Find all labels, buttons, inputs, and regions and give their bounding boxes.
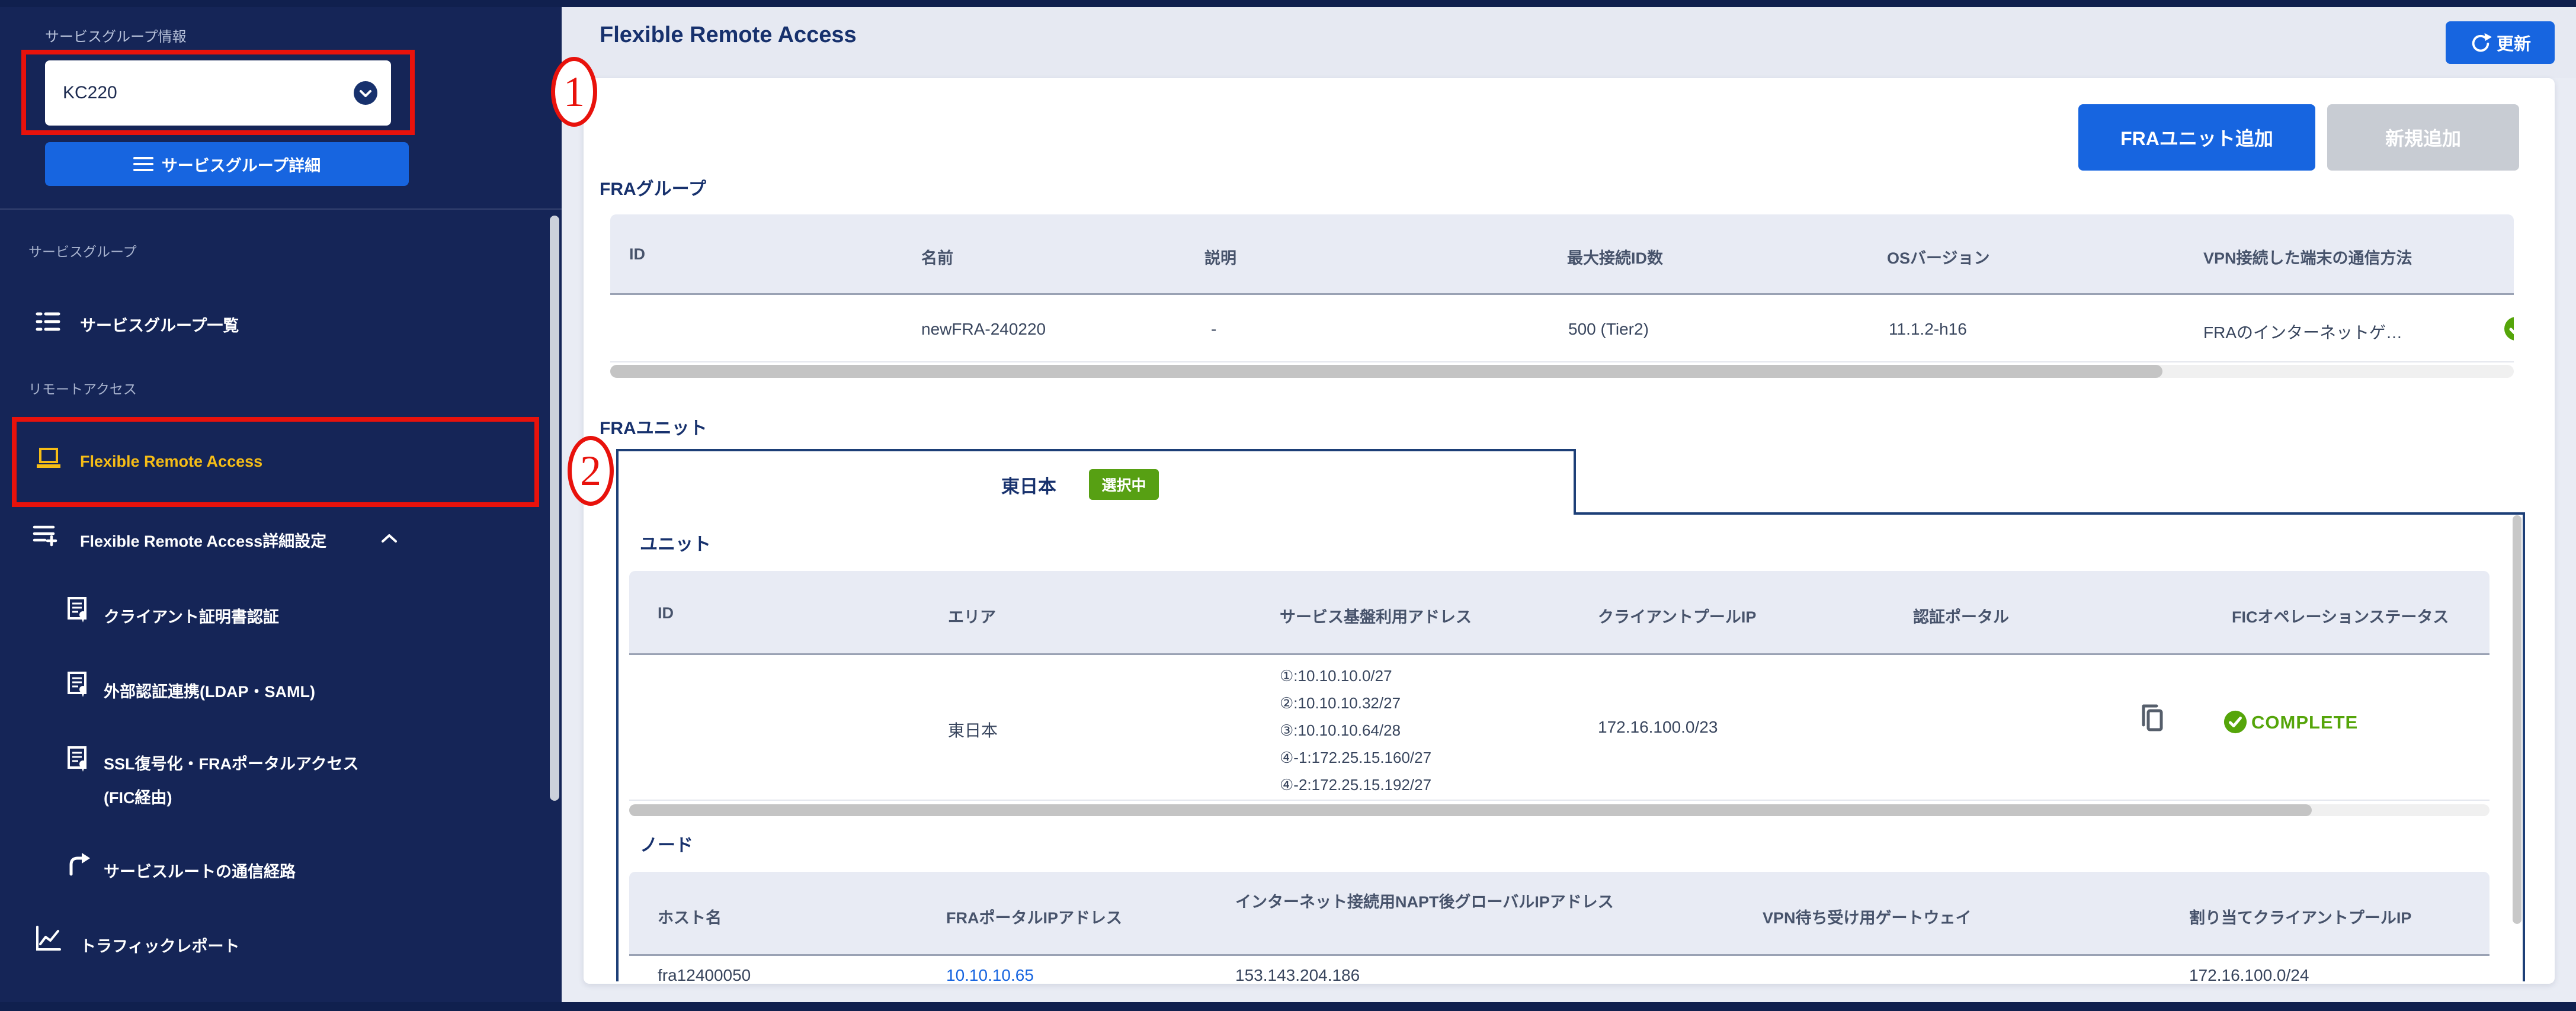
unit-table-row bbox=[629, 657, 2490, 801]
unit-col-auth-portal: 認証ポータル bbox=[1913, 604, 2009, 627]
annotation-box-fra-menu bbox=[12, 417, 539, 507]
page-header-band bbox=[562, 7, 2576, 78]
fra-group-hscrollbar[interactable] bbox=[610, 365, 2514, 378]
annotation-step-2: 2 bbox=[568, 436, 614, 506]
unit-address-line: ④-2:172.25.15.192/27 bbox=[1280, 771, 1431, 798]
fra-group-col-max-id: 最大接続ID数 bbox=[1567, 245, 1663, 268]
sidebar-scrollbar[interactable] bbox=[550, 216, 559, 801]
tab-pane-border-right bbox=[2523, 512, 2525, 981]
sidebar-section-service-group: サービスグループ bbox=[28, 240, 137, 261]
node-client-pool-cell: 172.16.100.0/24 bbox=[2189, 966, 2309, 984]
sidebar-divider bbox=[0, 208, 562, 210]
node-section-title: ノード bbox=[640, 830, 693, 856]
unit-address-line: ④-1:172.25.15.160/27 bbox=[1280, 744, 1431, 771]
sidebar-item-service-route[interactable]: サービスルートの通信経路 bbox=[104, 859, 296, 882]
unit-col-id: ID bbox=[658, 604, 674, 622]
check-circle-icon bbox=[2223, 710, 2248, 734]
fra-group-status-icon-clipped bbox=[2503, 316, 2514, 344]
tab-east-japan[interactable]: 東日本 bbox=[1001, 471, 1056, 498]
fra-group-col-name: 名前 bbox=[921, 245, 953, 268]
fra-group-section-title: FRAグループ bbox=[600, 174, 706, 200]
tab-pane-vscrollbar[interactable] bbox=[2513, 515, 2521, 924]
selected-badge: 選択中 bbox=[1089, 469, 1159, 500]
certificate-icon bbox=[64, 745, 92, 774]
fra-group-name-cell: newFRA-240220 bbox=[921, 320, 1046, 339]
fra-group-hscrollbar-thumb[interactable] bbox=[610, 365, 2162, 378]
fra-group-max-id-cell: 500 (Tier2) bbox=[1568, 320, 1649, 339]
ssl-item-line2: (FIC経由) bbox=[104, 789, 172, 807]
unit-area-cell: 東日本 bbox=[948, 718, 998, 742]
sidebar-item-service-group-list[interactable]: サービスグループ一覧 bbox=[80, 313, 239, 336]
node-table-row-clipped: fra12400050 10.10.10.65 153.143.204.186 … bbox=[629, 958, 2490, 984]
fra-group-col-vpn-method: VPN接続した端末の通信方法 bbox=[2203, 245, 2412, 268]
annotation-step-1: 1 bbox=[551, 57, 597, 127]
node-col-assigned-pool: 割り当てクライアントプールIP bbox=[2189, 905, 2411, 928]
top-navy-bar bbox=[0, 0, 2576, 7]
fra-group-col-desc: 説明 bbox=[1204, 245, 1236, 268]
route-arrow-icon bbox=[65, 850, 94, 879]
fra-group-col-id: ID bbox=[629, 245, 645, 264]
node-col-vpn-gateway: VPN待ち受け用ゲートウェイ bbox=[1763, 905, 1972, 928]
sidebar-item-fra-detail-settings[interactable]: Flexible Remote Access詳細設定 bbox=[80, 528, 326, 551]
fra-group-vpn-method-cell: FRAのインターネットゲ… bbox=[2203, 320, 2402, 344]
certificate-icon bbox=[64, 596, 92, 624]
node-col-portal-ip: FRAポータルIPアドレス bbox=[946, 905, 1122, 928]
sidebar-section-remote-access: リモートアクセス bbox=[28, 378, 137, 398]
unit-col-client-pool-ip: クライアントプールIP bbox=[1598, 604, 1756, 627]
tab-pane-border-left bbox=[616, 449, 619, 981]
list-icon bbox=[34, 308, 62, 335]
service-group-detail-button[interactable]: サービスグループ詳細 bbox=[45, 142, 409, 186]
unit-address-line: ②:10.10.10.32/27 bbox=[1280, 689, 1431, 717]
node-hostname-cell: fra12400050 bbox=[658, 966, 751, 984]
bottom-navy-bar bbox=[0, 1002, 2576, 1011]
node-portal-ip-link[interactable]: 10.10.10.65 bbox=[946, 966, 1034, 984]
refresh-label: 更新 bbox=[2497, 30, 2531, 55]
fra-unit-section-title: FRAユニット bbox=[600, 413, 707, 439]
unit-hscrollbar-thumb[interactable] bbox=[629, 804, 2312, 816]
unit-address-line: ①:10.10.10.0/27 bbox=[1280, 662, 1431, 689]
unit-address-line: ③:10.10.10.64/28 bbox=[1280, 717, 1431, 744]
list-plus-icon bbox=[32, 521, 60, 550]
tab-border-right bbox=[1574, 449, 1576, 515]
chart-line-icon bbox=[33, 924, 63, 954]
unit-fic-status-cell: COMPLETE bbox=[2251, 712, 2358, 733]
certificate-icon bbox=[64, 670, 92, 699]
node-col-hostname: ホスト名 bbox=[658, 905, 722, 928]
copy-icon[interactable] bbox=[2136, 701, 2167, 734]
refresh-button[interactable]: 更新 bbox=[2446, 21, 2555, 64]
chevron-up-icon[interactable] bbox=[380, 533, 398, 544]
sidebar-item-external-auth[interactable]: 外部認証連携(LDAP・SAML) bbox=[104, 679, 315, 702]
add-fra-unit-button[interactable]: FRAユニット追加 bbox=[2078, 104, 2315, 171]
unit-col-service-addresses: サービス基盤利用アドレス bbox=[1280, 604, 1472, 627]
annotation-box-service-group bbox=[21, 50, 415, 135]
fra-group-col-os: OSバージョン bbox=[1887, 245, 1989, 268]
tab-border-top bbox=[616, 449, 1576, 451]
fra-group-os-cell: 11.1.2-h16 bbox=[1889, 320, 1967, 339]
fra-group-desc-cell: - bbox=[1211, 320, 1216, 339]
unit-hscrollbar[interactable] bbox=[629, 804, 2490, 816]
unit-section-title: ユニット bbox=[640, 529, 711, 556]
unit-client-pool-cell: 172.16.100.0/23 bbox=[1598, 718, 1718, 737]
unit-col-fic-status: FICオペレーションステータス bbox=[2232, 604, 2449, 627]
sidebar-item-ssl-fra-portal[interactable]: SSL復号化・FRAポータルアクセス (FIC経由) bbox=[104, 747, 483, 815]
service-group-detail-label: サービスグループ詳細 bbox=[162, 153, 321, 176]
unit-addresses-cell: ①:10.10.10.0/27 ②:10.10.10.32/27 ③:10.10… bbox=[1280, 662, 1431, 798]
ssl-item-line1: SSL復号化・FRAポータルアクセス bbox=[104, 755, 359, 773]
node-napt-ip-cell: 153.143.204.186 bbox=[1235, 966, 1360, 984]
sidebar-item-traffic-report[interactable]: トラフィックレポート bbox=[80, 933, 239, 957]
node-col-napt-global-ip: インターネット接続用NAPT後グローバルIPアドレス bbox=[1235, 890, 1757, 914]
unit-col-area: エリア bbox=[948, 604, 996, 627]
tab-pane-border-shelf bbox=[1574, 512, 2525, 515]
add-new-button-disabled: 新規追加 bbox=[2327, 104, 2519, 171]
service-group-info-label: サービスグループ情報 bbox=[45, 25, 187, 46]
menu-lines-icon bbox=[133, 155, 153, 173]
refresh-icon bbox=[2469, 31, 2492, 54]
sidebar-item-client-cert-auth[interactable]: クライアント証明書認証 bbox=[104, 604, 279, 627]
unit-table-header bbox=[629, 571, 2490, 655]
page-title: Flexible Remote Access bbox=[600, 23, 857, 48]
